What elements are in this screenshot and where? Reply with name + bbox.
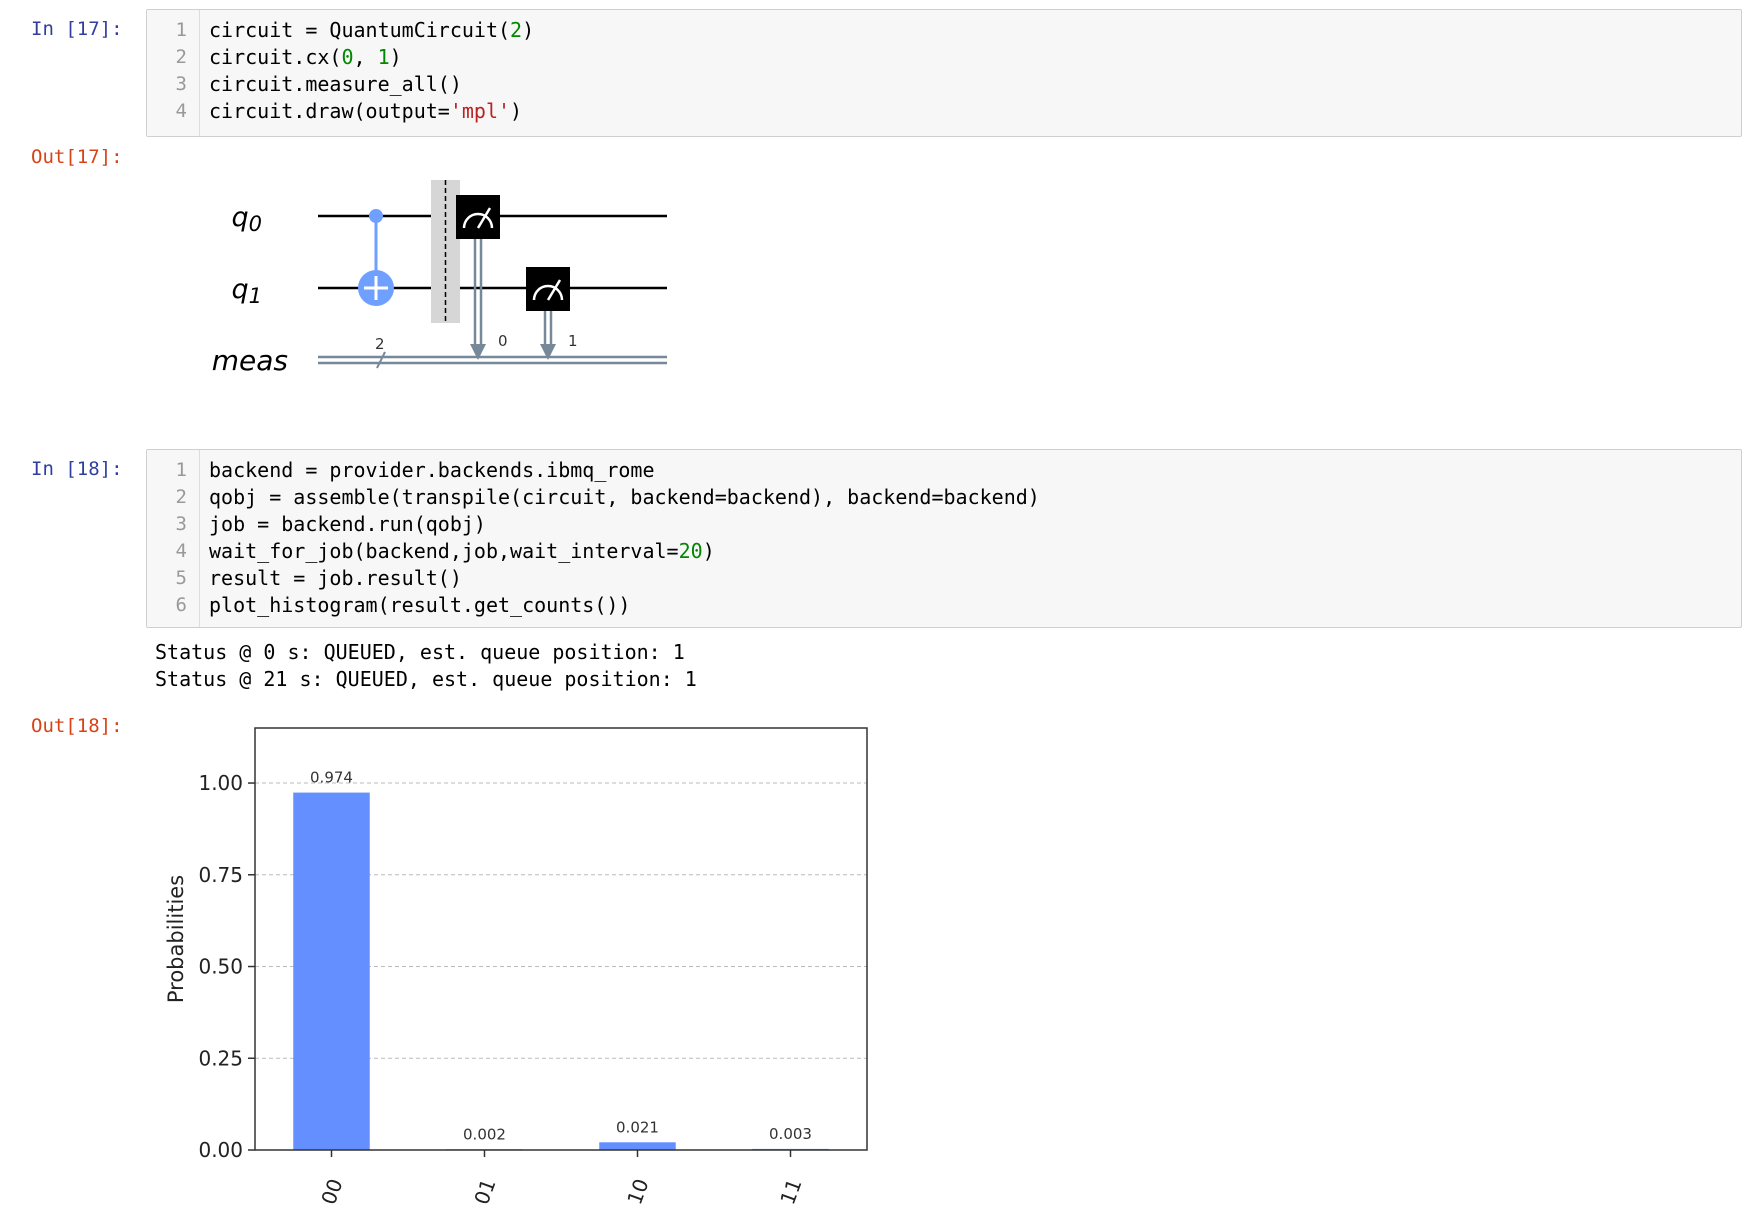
bar-value-label: 0.021 xyxy=(616,1118,659,1136)
out-prompt-18: Out[18]: xyxy=(31,715,123,737)
y-tick-label: 0.25 xyxy=(198,1046,243,1070)
bus-slash xyxy=(376,351,386,369)
code-line: backend = provider.backends.ibmq_rome xyxy=(209,458,655,482)
control-dot xyxy=(369,209,383,223)
bar xyxy=(599,1142,676,1150)
code-line: circuit.cx(0, 1) xyxy=(209,45,402,69)
code-line: circuit = QuantumCircuit(2) xyxy=(209,18,535,42)
stdout-line: Status @ 21 s: QUEUED, est. queue positi… xyxy=(155,667,697,691)
qubit-label-q1: q1 xyxy=(231,274,262,308)
code-line: job = backend.run(qobj) xyxy=(209,512,486,536)
line-number: 3 xyxy=(175,73,187,95)
code-line: qobj = assemble(transpile(circuit, backe… xyxy=(209,485,1040,509)
code-cell-17[interactable]: 1 2 3 4 circuit = QuantumCircuit(2) circ… xyxy=(146,9,1742,137)
line-number: 2 xyxy=(175,486,187,508)
measure-gate-0 xyxy=(456,195,500,239)
line-number: 6 xyxy=(175,594,187,616)
code-line: plot_histogram(result.get_counts()) xyxy=(209,593,631,617)
measure-gate-1 xyxy=(526,267,570,311)
stdout-line: Status @ 0 s: QUEUED, est. queue positio… xyxy=(155,640,685,664)
bar-value-label: 0.974 xyxy=(310,769,353,787)
line-number: 4 xyxy=(175,540,187,562)
line-number: 2 xyxy=(175,46,187,68)
x-tick-label: 10 xyxy=(622,1176,653,1208)
code-cell-18[interactable]: 1 2 3 4 5 6 backend = provider.backends.… xyxy=(146,449,1742,628)
code-line: circuit.draw(output='mpl') xyxy=(209,99,523,123)
bar xyxy=(293,792,370,1150)
code-line: circuit.measure_all() xyxy=(209,72,462,96)
in-prompt-18: In [18]: xyxy=(31,458,123,480)
classical-label: meas xyxy=(212,344,288,377)
bus-width-label: 2 xyxy=(375,335,385,353)
x-tick-label: 01 xyxy=(469,1176,500,1208)
x-tick-label: 11 xyxy=(775,1176,806,1208)
line-number: 1 xyxy=(175,459,187,481)
probability-histogram: 0.974 0.002 0.021 0.003 0.00 0.25 0.50 0.75 1.0… xyxy=(164,727,868,1208)
qubit-label-q0: q0 xyxy=(231,202,262,236)
y-tick-label: 0.50 xyxy=(198,955,243,979)
y-tick-label: 1.00 xyxy=(198,771,243,795)
code-line: wait_for_job(backend,job,wait_interval=2… xyxy=(209,539,715,563)
y-tick-label: 0.00 xyxy=(198,1138,243,1162)
measure-bit-label: 1 xyxy=(568,332,578,350)
x-tick-label: 00 xyxy=(316,1176,347,1208)
y-tick-label: 0.75 xyxy=(198,863,243,887)
bar-value-label: 0.002 xyxy=(463,1125,506,1143)
y-axis-label: Probabilities xyxy=(164,875,188,1003)
circuit-diagram: q0 q1 meas 2 0 1 xyxy=(212,180,667,377)
in-prompt-17: In [17]: xyxy=(31,18,123,40)
code-line: result = job.result() xyxy=(209,566,462,590)
line-number: 5 xyxy=(175,567,187,589)
line-number: 4 xyxy=(175,100,187,122)
out-prompt-17: Out[17]: xyxy=(31,146,123,168)
bar-value-label: 0.003 xyxy=(769,1125,812,1143)
line-number: 3 xyxy=(175,513,187,535)
measure-bit-label: 0 xyxy=(498,332,508,350)
line-number: 1 xyxy=(175,19,187,41)
